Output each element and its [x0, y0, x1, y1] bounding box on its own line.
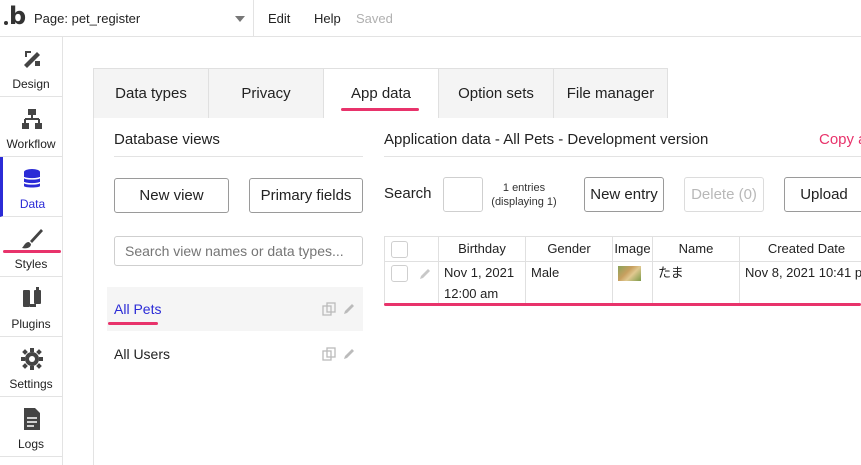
entries-displaying: (displaying 1)	[491, 196, 557, 208]
divider	[384, 156, 861, 157]
sidebar-item-logs[interactable]: Logs	[0, 397, 62, 457]
cell-name: たま	[653, 262, 740, 304]
row-select-cell	[384, 262, 439, 304]
birthday-time: 12:00 am	[444, 286, 499, 301]
row-checkbox[interactable]	[391, 265, 408, 282]
entries-count: 1 entries (displaying 1)	[486, 181, 562, 209]
search-views-input[interactable]	[114, 236, 363, 266]
cell-image	[613, 262, 653, 304]
pencil-icon[interactable]	[342, 347, 356, 361]
sidebar-item-label: Settings	[9, 377, 53, 391]
design-icon	[24, 51, 40, 68]
left-sidebar: Design Workflow Data Styles Plugins Sett…	[0, 37, 63, 465]
search-input[interactable]	[443, 177, 483, 212]
cell-gender: Male	[526, 262, 613, 304]
select-all-checkbox[interactable]	[391, 241, 408, 258]
bubble-logo-icon[interactable]: b	[4, 2, 26, 31]
copy-link[interactable]: Copy a	[819, 131, 861, 148]
document-icon	[24, 408, 40, 430]
delete-button[interactable]: Delete (0)	[684, 177, 764, 212]
new-view-button[interactable]: New view	[114, 178, 229, 213]
cell-birthday: Nov 1, 2021 12:00 am	[439, 262, 526, 304]
view-item-label: All Pets	[114, 301, 162, 317]
search-label: Search	[384, 185, 432, 202]
sidebar-item-settings[interactable]: Settings	[0, 337, 62, 397]
pet-image-thumbnail[interactable]	[618, 266, 641, 281]
page-selector-label: Page: pet_register	[34, 11, 141, 26]
sidebar-item-label: Logs	[17, 437, 45, 451]
sidebar-item-workflow[interactable]: Workflow	[0, 97, 62, 157]
tab-data-types[interactable]: Data types	[93, 68, 209, 118]
divider	[114, 156, 363, 157]
copy-icon[interactable]	[322, 302, 336, 316]
sidebar-item-plugins[interactable]: Plugins	[0, 277, 62, 337]
column-header-name[interactable]: Name	[653, 236, 740, 262]
pencil-icon[interactable]	[342, 302, 356, 316]
menu-edit[interactable]: Edit	[268, 0, 290, 37]
tab-file-manager[interactable]: File manager	[553, 68, 668, 118]
pencil-icon[interactable]	[418, 267, 432, 281]
birthday-date: Nov 1, 2021	[444, 265, 515, 280]
cell-created-date: Nov 8, 2021 10:41 pm	[740, 262, 861, 304]
active-view-underline	[108, 322, 158, 325]
database-icon	[23, 169, 41, 188]
active-tab-underline	[341, 108, 419, 111]
new-entry-button[interactable]: New entry	[584, 177, 664, 212]
app-data-title: Application data - All Pets - Developmen…	[384, 131, 709, 148]
column-header-created-date[interactable]: Created Date	[740, 236, 861, 262]
sidebar-item-label: Styles	[14, 257, 48, 271]
menu-help[interactable]: Help	[314, 0, 341, 37]
column-header-gender[interactable]: Gender	[526, 236, 613, 262]
select-all-header	[384, 236, 439, 262]
brush-icon	[22, 229, 43, 249]
sidebar-item-styles[interactable]: Styles	[0, 217, 62, 277]
sidebar-item-data[interactable]: Data	[0, 157, 62, 217]
column-header-image[interactable]: Image	[613, 236, 653, 262]
chevron-down-icon	[235, 16, 245, 22]
primary-fields-button[interactable]: Primary fields	[249, 178, 363, 213]
sidebar-item-label: Plugins	[11, 317, 51, 331]
save-status: Saved	[356, 11, 393, 26]
sidebar-item-label: Data	[19, 197, 46, 211]
tab-option-sets[interactable]: Option sets	[438, 68, 554, 118]
entries-total: 1 entries	[502, 182, 546, 194]
plug-icon	[23, 287, 41, 307]
upload-button[interactable]: Upload	[784, 177, 861, 212]
database-views-title: Database views	[114, 131, 220, 148]
view-item-all-users[interactable]: All Users	[107, 332, 363, 376]
sidebar-item-label: Workflow	[6, 137, 56, 151]
top-bar: b Page: pet_register Edit Help Saved	[0, 0, 861, 37]
column-header-birthday[interactable]: Birthday	[439, 236, 526, 262]
view-item-label: All Users	[114, 346, 171, 362]
page-selector[interactable]: Page: pet_register	[28, 0, 254, 37]
data-table: Birthday Gender Image Name Created Date …	[384, 236, 861, 304]
sidebar-item-label: Design	[12, 77, 50, 91]
workflow-icon	[22, 109, 42, 129]
tab-privacy[interactable]: Privacy	[208, 68, 324, 118]
sidebar-item-design[interactable]: Design	[0, 37, 62, 97]
row-highlight-underline	[384, 303, 861, 306]
gear-icon	[21, 348, 43, 370]
copy-icon[interactable]	[322, 347, 336, 361]
